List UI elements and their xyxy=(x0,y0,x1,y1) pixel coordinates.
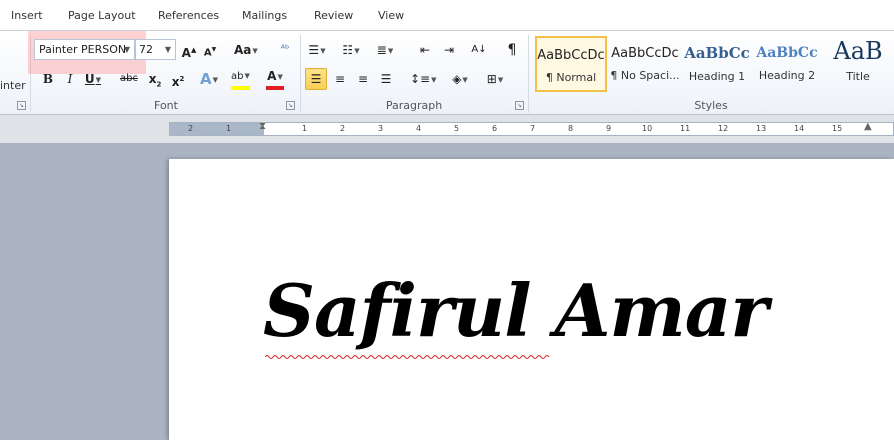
text-effects-icon[interactable]: A▼ xyxy=(200,68,218,90)
tab-view[interactable]: View xyxy=(378,9,404,22)
clipboard-dialog-launcher[interactable]: ↘ xyxy=(17,101,26,110)
strikethrough-icon[interactable]: abc xyxy=(120,68,138,90)
tab-references[interactable]: References xyxy=(158,9,219,22)
superscript-icon[interactable]: x2 xyxy=(169,68,187,90)
document-page[interactable]: Safirul Amar xyxy=(169,159,894,440)
font-color-icon[interactable]: A▼ xyxy=(266,68,284,90)
ruler-number: 4 xyxy=(416,124,422,133)
numbering-icon[interactable]: ☷▼ xyxy=(342,39,360,61)
decrease-indent-icon[interactable]: ⇤ xyxy=(416,39,434,61)
sort-icon[interactable]: A↓ xyxy=(470,39,488,61)
ruler-number: 6 xyxy=(492,124,498,133)
multilevel-list-icon[interactable]: ≣▼ xyxy=(376,39,394,61)
style-heading-2[interactable]: AaBbCc Heading 2 xyxy=(751,36,823,92)
style-preview: AaBbCcDc xyxy=(611,46,679,61)
align-left-icon[interactable]: ☰ xyxy=(305,68,327,90)
shading-icon[interactable]: ◈▼ xyxy=(451,68,469,90)
style-name: ¶ Normal xyxy=(545,71,597,84)
style-preview: AaBbCc xyxy=(684,44,750,62)
show-formatting-marks-icon[interactable]: ¶ xyxy=(503,39,521,61)
style-preview: AaBbCcDc xyxy=(537,48,605,63)
ruler-number: 15 xyxy=(832,124,843,133)
font-dialog-launcher[interactable]: ↘ xyxy=(286,101,295,110)
ruler-number: 7 xyxy=(530,124,536,133)
ruler-number: 5 xyxy=(454,124,460,133)
highlight-icon[interactable]: ab▼ xyxy=(231,68,250,90)
font-size-combobox[interactable]: 72 ▼ xyxy=(135,39,176,60)
font-group-label: Font xyxy=(154,99,178,112)
paragraph-dialog-launcher[interactable]: ↘ xyxy=(515,101,524,110)
ruler-number: 2 xyxy=(340,124,346,133)
right-indent-marker-icon[interactable]: ▲ xyxy=(864,121,872,132)
document-canvas[interactable]: Safirul Amar xyxy=(0,143,894,440)
tab-insert[interactable]: Insert xyxy=(11,9,43,22)
align-center-icon[interactable]: ≡ xyxy=(331,68,349,90)
ribbon-tab-bar: Insert Page Layout References Mailings R… xyxy=(0,0,894,31)
chevron-down-icon[interactable]: ▼ xyxy=(165,40,171,59)
style-heading-1[interactable]: AaBbCc Heading 1 xyxy=(681,36,753,92)
style-preview: AaB xyxy=(833,38,883,64)
spellcheck-underline xyxy=(265,355,550,359)
grow-font-icon[interactable]: A▲ xyxy=(180,39,198,61)
paragraph-group-label: Paragraph xyxy=(385,99,443,112)
indent-marker-icon[interactable]: ⧗ xyxy=(259,121,266,132)
font-name-value: Painter PERSON xyxy=(39,43,127,56)
italic-icon[interactable]: I xyxy=(61,68,79,90)
ruler-left-margin xyxy=(170,123,264,135)
ruler-number: 9 xyxy=(606,124,612,133)
ruler-number: 14 xyxy=(794,124,805,133)
bold-icon[interactable]: B xyxy=(39,68,57,90)
line-spacing-icon[interactable]: ↕≡▼ xyxy=(410,68,437,90)
horizontal-ruler[interactable]: 2 1 ⧗ 1 2 3 4 5 6 7 8 9 10 11 12 13 14 1… xyxy=(169,121,894,136)
ruler-number: 3 xyxy=(378,124,384,133)
tab-page-layout[interactable]: Page Layout xyxy=(68,9,136,22)
font-size-value: 72 xyxy=(139,43,153,56)
font-name-combobox[interactable]: Painter PERSON ▼ xyxy=(34,39,135,60)
tab-review[interactable]: Review xyxy=(314,9,353,22)
style-no-spacing[interactable]: AaBbCcDc ¶ No Spaci... xyxy=(609,36,681,92)
ruler-number: 1 xyxy=(226,124,232,133)
style-normal[interactable]: AaBbCcDc ¶ Normal xyxy=(535,36,607,92)
chevron-down-icon[interactable]: ▼ xyxy=(124,40,130,59)
ruler-number: 10 xyxy=(642,124,653,133)
align-right-icon[interactable]: ≡ xyxy=(354,68,372,90)
ruler-number: 12 xyxy=(718,124,729,133)
ruler-number: 11 xyxy=(680,124,691,133)
style-name: ¶ No Spaci... xyxy=(610,69,680,82)
justify-icon[interactable]: ☰ xyxy=(377,68,395,90)
document-text[interactable]: Safirul Amar xyxy=(263,271,768,351)
style-name: Title xyxy=(846,70,870,83)
ruler-number: 1 xyxy=(302,124,308,133)
style-name: Heading 1 xyxy=(688,70,746,83)
bullets-icon[interactable]: ☰▼ xyxy=(308,39,326,61)
borders-icon[interactable]: ⊞▼ xyxy=(486,68,504,90)
increase-indent-icon[interactable]: ⇥ xyxy=(440,39,458,61)
clear-formatting-icon[interactable]: ᴬᵇ xyxy=(276,39,294,61)
style-preview: AaBbCc xyxy=(756,45,818,61)
style-name: Heading 2 xyxy=(758,69,816,82)
shrink-font-icon[interactable]: A▼ xyxy=(201,39,219,61)
subscript-icon[interactable]: x2 xyxy=(146,68,164,90)
change-case-icon[interactable]: Aa▼ xyxy=(234,39,258,61)
ruler-number: 13 xyxy=(756,124,767,133)
styles-group-label: Styles xyxy=(694,99,728,112)
format-painter-label[interactable]: inter xyxy=(0,79,26,92)
ruler-number: 2 xyxy=(188,124,194,133)
tab-mailings[interactable]: Mailings xyxy=(242,9,287,22)
ribbon: inter ↘ Painter PERSON ▼ 72 ▼ A▲ A▼ Aa▼ … xyxy=(0,31,894,115)
ruler-number: 8 xyxy=(568,124,574,133)
style-title[interactable]: AaB Title xyxy=(822,36,894,92)
underline-icon[interactable]: U▼ xyxy=(84,68,102,90)
